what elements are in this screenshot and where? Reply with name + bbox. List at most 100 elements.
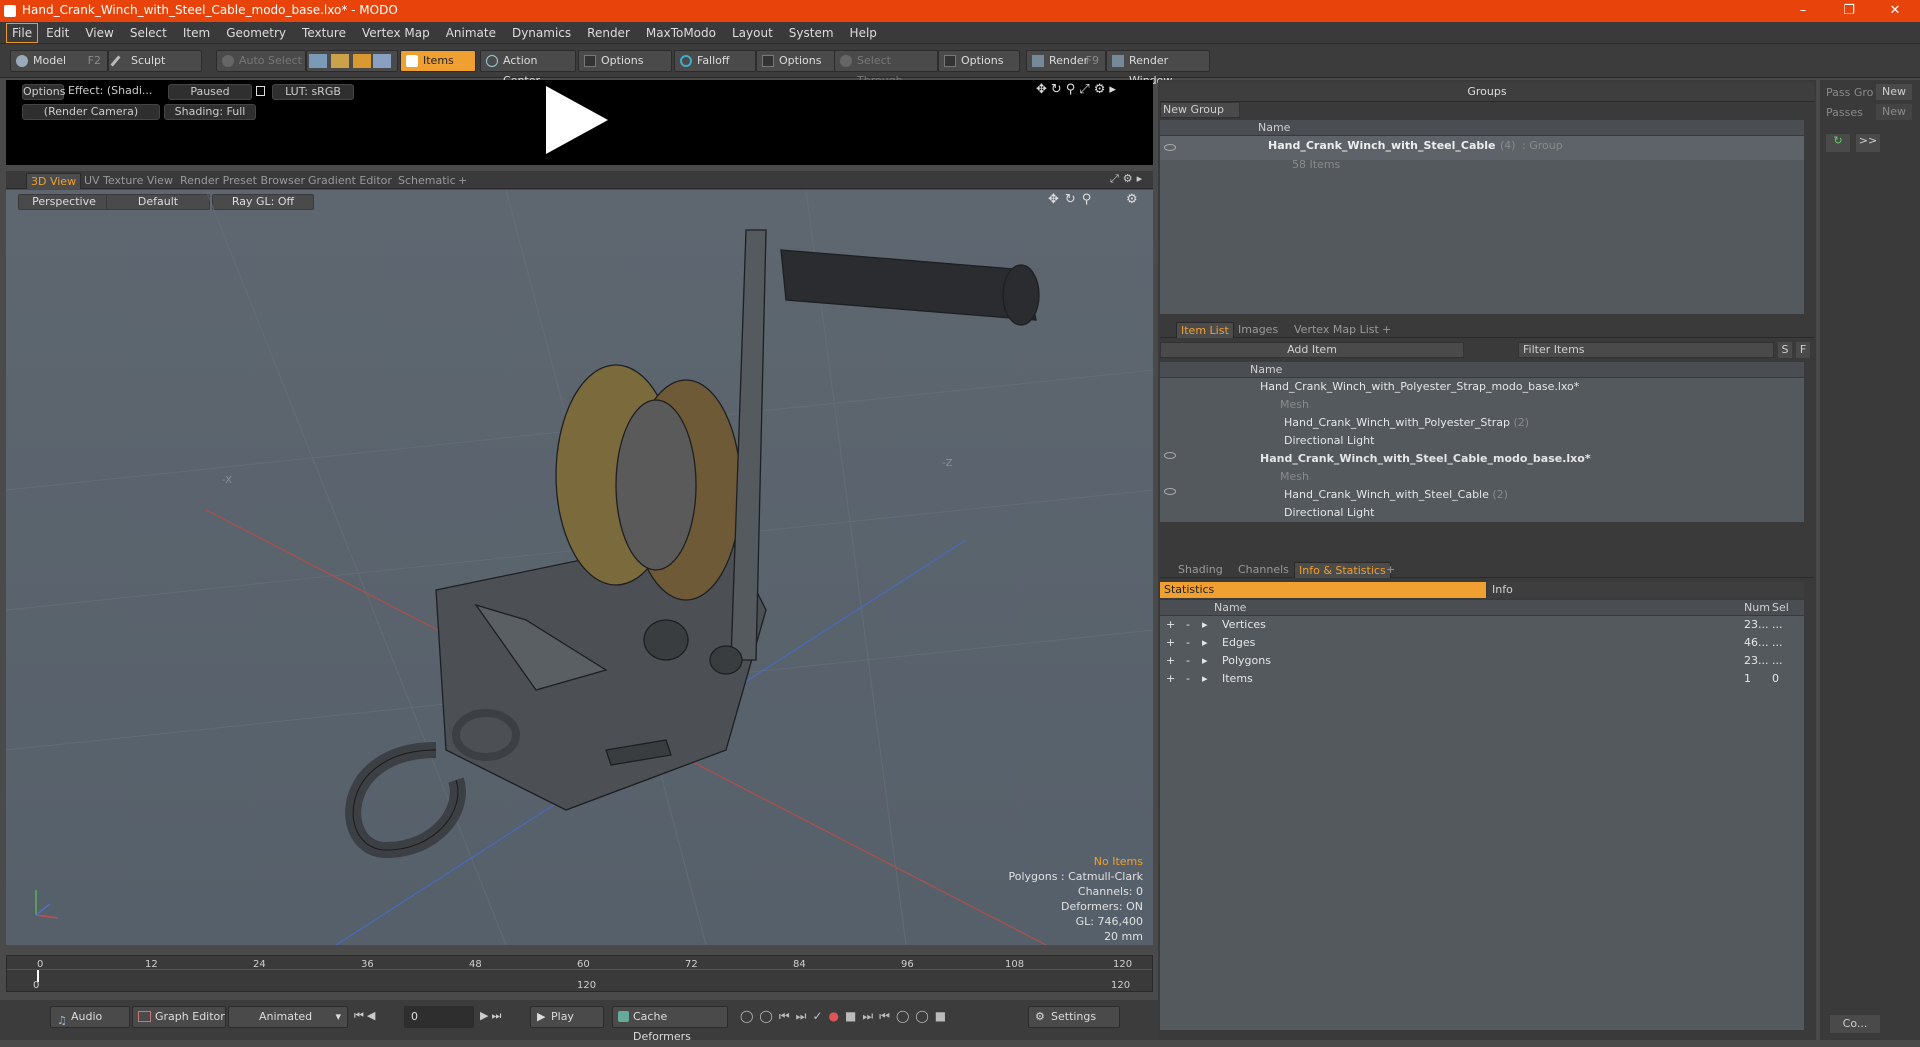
effect-dropdown[interactable]: Effect: (Shadi... [68, 84, 164, 100]
tab-uv-texture-view[interactable]: UV Texture View [80, 173, 177, 189]
edges-mode-icon[interactable] [331, 54, 349, 68]
tab-3d-view[interactable]: 3D View [26, 173, 82, 189]
visibility-eye-icon[interactable] [1164, 452, 1176, 459]
tab-gradient-editor[interactable]: Gradient Editor [304, 173, 396, 189]
menu-render[interactable]: Render [579, 22, 638, 44]
add-tab-button[interactable]: + [1382, 562, 1399, 578]
more-button[interactable]: >> [1856, 134, 1880, 152]
menu-vertex-map[interactable]: Vertex Map [354, 22, 438, 44]
polygons-mode-icon[interactable] [353, 54, 371, 68]
add-tab-button[interactable]: + [454, 173, 471, 189]
tab-channels[interactable]: Channels [1234, 562, 1293, 578]
chevron-right-icon[interactable]: ▸ [1202, 616, 1208, 634]
maximize-button[interactable]: ❐ [1826, 0, 1872, 22]
action-center-options-button[interactable]: Options [578, 50, 672, 72]
list-item-group[interactable]: Hand_Crank_Winch_with_Polyester_Strap (2… [1284, 414, 1529, 432]
preview-nav-icons[interactable]: ✥↻⚲⤢⚙▸ [1036, 82, 1120, 97]
co-button[interactable]: Co... [1830, 1015, 1880, 1033]
animated-dropdown[interactable]: Animated ▾ [228, 1006, 348, 1028]
audio-button[interactable]: ♫ Audio [50, 1006, 130, 1028]
tab-vertex-map-list[interactable]: Vertex Map List [1290, 322, 1383, 338]
expand-plus-icon[interactable]: + [1166, 616, 1175, 634]
menu-maxtomodo[interactable]: MaxToModo [638, 22, 724, 44]
3d-viewport[interactable]: Perspective Default Ray GL: Off ✥↻⚲ ⚙ -X… [6, 190, 1153, 945]
step-forward-buttons[interactable]: ▶⏭ [480, 1009, 504, 1023]
new-group-button[interactable]: New Group [1160, 102, 1240, 118]
chevron-right-icon[interactable]: ▸ [1202, 652, 1208, 670]
tab-shading[interactable]: Shading [1174, 562, 1227, 578]
timeline[interactable]: 0 12 24 36 48 60 72 84 96 108 120 0 120 … [6, 955, 1153, 992]
range-start[interactable]: 0 [33, 980, 39, 991]
tab-item-list[interactable]: Item List [1176, 322, 1234, 338]
list-item-scene[interactable]: Hand_Crank_Winch_with_Steel_Cable_modo_b… [1260, 450, 1591, 468]
table-row[interactable]: + - ▸ Edges 46...... [1160, 634, 1804, 652]
menu-file[interactable]: File [6, 23, 39, 43]
menu-geometry[interactable]: Geometry [218, 22, 294, 44]
auto-select-button[interactable]: Auto Select [216, 50, 306, 72]
table-row[interactable]: + - ▸ Polygons 23...... [1160, 652, 1804, 670]
render-window-button[interactable]: Render Window [1106, 50, 1210, 87]
menu-animate[interactable]: Animate [438, 22, 504, 44]
table-row[interactable]: + - ▸ Vertices 23...... [1160, 616, 1804, 634]
tab-images[interactable]: Images [1234, 322, 1282, 338]
new-pass-button[interactable]: New [1876, 104, 1912, 120]
collapse-minus-icon[interactable]: - [1186, 634, 1190, 652]
list-item-light[interactable]: Directional Light [1284, 504, 1374, 522]
vertices-mode-icon[interactable] [309, 54, 327, 68]
model-mode-button[interactable]: Model F2 [10, 50, 108, 72]
add-item-dropdown[interactable]: Add Item [1160, 342, 1464, 358]
lock-icon[interactable] [256, 86, 265, 96]
list-item-mesh[interactable]: Mesh [1280, 468, 1309, 486]
cache-deformers-button[interactable]: Cache Deformers [612, 1006, 728, 1043]
paused-button[interactable]: Paused [168, 84, 252, 100]
tab-info-statistics[interactable]: Info & Statistics [1294, 562, 1391, 578]
playback-controls-icons[interactable]: ◯◯⏮⏭✓●■⏭⏮◯◯■ [740, 1009, 952, 1024]
select-through-options-button[interactable]: Options [938, 50, 1020, 72]
step-back-buttons[interactable]: ⏮◀ [354, 1009, 378, 1023]
close-button[interactable]: ✕ [1872, 0, 1918, 22]
lut-dropdown[interactable]: LUT: sRGB [272, 84, 354, 100]
list-item-light[interactable]: Directional Light [1284, 432, 1374, 450]
group-row[interactable]: Hand_Crank_Winch_with_Steel_Cable (4) : … [1160, 136, 1804, 160]
refresh-icon[interactable]: ↻ [1826, 134, 1850, 152]
s-button[interactable]: S [1778, 342, 1792, 358]
falloff-button[interactable]: Falloff [674, 50, 756, 72]
items-mode-button[interactable]: Items [400, 50, 476, 72]
materials-mode-icon[interactable] [373, 54, 391, 68]
menu-system[interactable]: System [781, 22, 842, 44]
visibility-eye-icon[interactable] [1164, 144, 1176, 151]
tab-render-preset-browser[interactable]: Render Preset Browser [176, 173, 309, 189]
chevron-right-icon[interactable]: ▸ [1202, 670, 1208, 688]
filter-items-input[interactable]: Filter Items [1518, 342, 1774, 358]
new-pass-group-button[interactable]: New [1876, 84, 1912, 100]
expand-plus-icon[interactable]: + [1166, 670, 1175, 688]
menu-select[interactable]: Select [122, 22, 175, 44]
collapse-minus-icon[interactable]: - [1186, 652, 1190, 670]
shading-dropdown[interactable]: Shading: Full [164, 104, 256, 120]
expand-plus-icon[interactable]: + [1166, 652, 1175, 670]
settings-button[interactable]: ⚙ Settings [1028, 1006, 1120, 1028]
list-item-mesh[interactable]: Mesh [1280, 396, 1309, 414]
f-button[interactable]: F [1796, 342, 1810, 358]
menu-dynamics[interactable]: Dynamics [504, 22, 579, 44]
panel-controls-icons[interactable]: ⤢⚙▸ [1110, 172, 1146, 186]
list-item-group[interactable]: Hand_Crank_Winch_with_Steel_Cable (2) [1284, 486, 1508, 504]
menu-help[interactable]: Help [842, 22, 885, 44]
visibility-eye-icon[interactable] [1164, 488, 1176, 495]
menu-layout[interactable]: Layout [724, 22, 781, 44]
menu-edit[interactable]: Edit [38, 22, 77, 44]
minimize-button[interactable]: – [1780, 0, 1826, 22]
range-end[interactable]: 120 [1111, 980, 1130, 991]
action-center-button[interactable]: Action Center [480, 50, 576, 87]
table-row[interactable]: + - ▸ Items 1 0 [1160, 670, 1804, 688]
render-button[interactable]: Render F9 [1026, 50, 1106, 72]
graph-editor-button[interactable]: Graph Editor [132, 1006, 226, 1028]
play-button[interactable]: ▶ Play [530, 1006, 604, 1028]
statistics-subtab[interactable]: Statistics [1160, 582, 1486, 598]
add-tab-button[interactable]: + [1378, 322, 1395, 338]
list-item-scene[interactable]: Hand_Crank_Winch_with_Polyester_Strap_mo… [1260, 378, 1579, 396]
tab-schematic[interactable]: Schematic [394, 173, 460, 189]
frame-input[interactable]: 0 [404, 1006, 474, 1028]
info-subtab[interactable]: Info [1488, 582, 1804, 598]
select-through-button[interactable]: Select Through [834, 50, 938, 87]
